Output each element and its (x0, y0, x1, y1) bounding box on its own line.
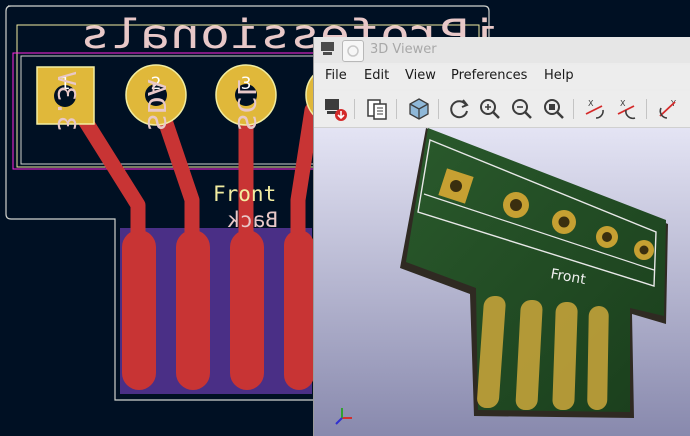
menu-preferences[interactable]: Preferences (451, 68, 527, 83)
rotate-y-icon[interactable]: Y (655, 96, 681, 122)
3d-viewer-window[interactable]: 3D Viewer File Edit View Preferences Hel… (313, 37, 690, 436)
finger-pad-4 (284, 230, 314, 390)
3d-render-canvas[interactable]: Front (314, 128, 690, 436)
menu-view[interactable]: View (405, 68, 436, 83)
zoom-in-icon[interactable] (477, 96, 503, 122)
rotate-x-clockwise-icon[interactable]: X (582, 96, 608, 122)
export-image-icon[interactable] (322, 96, 348, 122)
svg-text:X: X (588, 99, 594, 108)
app-icon (321, 42, 334, 55)
finger-pad-2 (176, 230, 210, 390)
document-icon[interactable] (342, 40, 364, 62)
svg-text:X: X (620, 99, 626, 108)
board-3d-finger-3 (552, 302, 578, 410)
pin-label-sda: SDA (142, 79, 171, 131)
render-mode-icon[interactable] (406, 96, 432, 122)
pin-label-scl: SCL (232, 79, 261, 131)
front-silk-label: Front (213, 182, 276, 206)
window-titlebar[interactable]: 3D Viewer (314, 37, 690, 63)
menu-bar: File Edit View Preferences Help (314, 65, 690, 89)
copy-to-clipboard-icon[interactable] (364, 96, 390, 122)
menu-help[interactable]: Help (544, 68, 574, 83)
refresh-icon[interactable] (446, 96, 472, 122)
menu-edit[interactable]: Edit (364, 68, 389, 83)
pin-label-3v3: 3.3V (52, 71, 81, 131)
finger-pad-3 (230, 230, 264, 390)
back-silk-label: Back (227, 208, 278, 232)
board-3d-finger-4 (587, 306, 609, 410)
rotate-x-counterclockwise-icon[interactable]: X (614, 96, 640, 122)
finger-pad-1 (122, 230, 156, 390)
window-title: 3D Viewer (370, 42, 437, 57)
zoom-fit-icon[interactable] (541, 96, 567, 122)
menu-file[interactable]: File (325, 68, 347, 83)
zoom-out-icon[interactable] (509, 96, 535, 122)
toolbar: X X Y (314, 91, 690, 128)
